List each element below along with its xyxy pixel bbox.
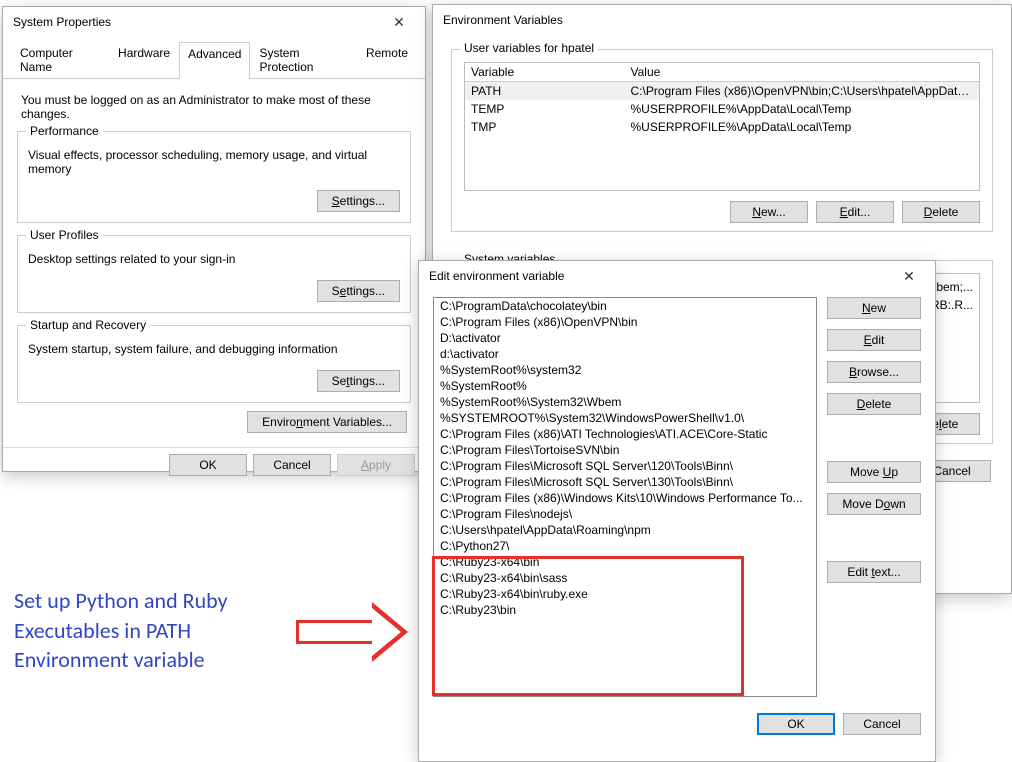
list-item[interactable]: C:\Ruby23-x64\bin\sass: [434, 570, 816, 586]
tab-remote[interactable]: Remote: [357, 41, 417, 78]
startup-recovery-legend: Startup and Recovery: [26, 318, 150, 332]
startup-recovery-group: Startup and Recovery System startup, sys…: [17, 325, 411, 403]
envvars-titlebar: Environment Variables: [433, 5, 1011, 35]
editpath-new-button[interactable]: New: [827, 297, 921, 319]
tab-hardware[interactable]: Hardware: [109, 41, 179, 78]
list-item[interactable]: C:\Program Files (x86)\ATI Technologies\…: [434, 426, 816, 442]
editpath-browse-button[interactable]: Browse...: [827, 361, 921, 383]
list-item[interactable]: d:\activator: [434, 346, 816, 362]
performance-group: Performance Visual effects, processor sc…: [17, 131, 411, 223]
table-row[interactable]: PATH C:\Program Files (x86)\OpenVPN\bin;…: [465, 82, 980, 101]
system-properties-tabs: Computer Name Hardware Advanced System P…: [3, 37, 425, 79]
list-item[interactable]: C:\Program Files (x86)\Windows Kits\10\W…: [434, 490, 816, 506]
user-profiles-legend: User Profiles: [26, 228, 103, 242]
list-item[interactable]: C:\Program Files\Microsoft SQL Server\12…: [434, 458, 816, 474]
startup-recovery-desc: System startup, system failure, and debu…: [28, 342, 400, 356]
sysprops-ok-button[interactable]: OK: [169, 454, 247, 476]
editpath-moveup-button[interactable]: Move Up: [827, 461, 921, 483]
list-item[interactable]: C:\Program Files\TortoiseSVN\bin: [434, 442, 816, 458]
close-icon[interactable]: ✕: [379, 14, 419, 31]
list-item[interactable]: C:\Python27\: [434, 538, 816, 554]
system-properties-title: System Properties: [13, 15, 379, 29]
tab-advanced[interactable]: Advanced: [179, 42, 250, 79]
performance-settings-button[interactable]: Settings...: [317, 190, 400, 212]
environment-variables-button[interactable]: Environment Variables...: [247, 411, 407, 433]
envvars-title: Environment Variables: [443, 13, 1005, 27]
editpath-titlebar: Edit environment variable ✕: [419, 261, 935, 291]
editpath-cancel-button[interactable]: Cancel: [843, 713, 921, 735]
admin-note: You must be logged on as an Administrato…: [21, 93, 409, 121]
editpath-ok-button[interactable]: OK: [757, 713, 835, 735]
editpath-delete-button[interactable]: Delete: [827, 393, 921, 415]
list-item[interactable]: %SYSTEMROOT%\System32\WindowsPowerShell\…: [434, 410, 816, 426]
col-variable[interactable]: Variable: [465, 63, 625, 82]
editpath-movedown-button[interactable]: Move Down: [827, 493, 921, 515]
arrow-icon: [296, 602, 416, 662]
tab-computer-name[interactable]: Computer Name: [11, 41, 109, 78]
performance-legend: Performance: [26, 124, 103, 138]
user-edit-button[interactable]: Edit...: [816, 201, 894, 223]
list-item[interactable]: C:\ProgramData\chocolatey\bin: [434, 298, 816, 314]
tab-system-protection[interactable]: System Protection: [250, 41, 357, 78]
close-icon[interactable]: ✕: [889, 268, 929, 285]
list-item[interactable]: C:\Ruby23-x64\bin: [434, 554, 816, 570]
list-item[interactable]: C:\Ruby23-x64\bin\ruby.exe: [434, 586, 816, 602]
user-delete-button[interactable]: Delete: [902, 201, 980, 223]
user-new-button[interactable]: New...: [730, 201, 808, 223]
editpath-edittext-button[interactable]: Edit text...: [827, 561, 921, 583]
list-item[interactable]: %SystemRoot%: [434, 378, 816, 394]
user-variables-legend: User variables for hpatel: [460, 41, 598, 55]
user-profiles-group: User Profiles Desktop settings related t…: [17, 235, 411, 313]
user-profiles-desc: Desktop settings related to your sign-in: [28, 252, 400, 266]
table-row[interactable]: TEMP %USERPROFILE%\AppData\Local\Temp: [465, 100, 980, 118]
user-variables-table[interactable]: Variable Value PATH C:\Program Files (x8…: [464, 62, 980, 191]
col-value[interactable]: Value: [625, 63, 980, 82]
annotation-text: Set up Python and Ruby Executables in PA…: [14, 586, 228, 675]
list-item[interactable]: C:\Users\hpatel\AppData\Roaming\npm: [434, 522, 816, 538]
table-row[interactable]: TMP %USERPROFILE%\AppData\Local\Temp: [465, 118, 980, 136]
list-item[interactable]: D:\activator: [434, 330, 816, 346]
list-item[interactable]: %SystemRoot%\system32: [434, 362, 816, 378]
user-variables-section: User variables for hpatel Variable Value…: [451, 49, 993, 232]
list-item[interactable]: %SystemRoot%\System32\Wbem: [434, 394, 816, 410]
system-properties-window: System Properties ✕ Computer Name Hardwa…: [2, 6, 426, 472]
editpath-edit-button[interactable]: Edit: [827, 329, 921, 351]
system-properties-titlebar: System Properties ✕: [3, 7, 425, 37]
list-item[interactable]: C:\Program Files\Microsoft SQL Server\13…: [434, 474, 816, 490]
list-item[interactable]: C:\Ruby23\bin: [434, 602, 816, 618]
user-profiles-settings-button[interactable]: Settings...: [317, 280, 400, 302]
list-item[interactable]: C:\Program Files (x86)\OpenVPN\bin: [434, 314, 816, 330]
performance-desc: Visual effects, processor scheduling, me…: [28, 148, 400, 176]
editpath-title: Edit environment variable: [429, 269, 889, 283]
edit-environment-variable-window: Edit environment variable ✕ C:\ProgramDa…: [418, 260, 936, 762]
sysprops-apply-button: Apply: [337, 454, 415, 476]
startup-recovery-settings-button[interactable]: Settings...: [317, 370, 400, 392]
sysprops-cancel-button[interactable]: Cancel: [253, 454, 331, 476]
path-entries-list[interactable]: C:\ProgramData\chocolatey\bin C:\Program…: [433, 297, 817, 697]
list-item[interactable]: C:\Program Files\nodejs\: [434, 506, 816, 522]
